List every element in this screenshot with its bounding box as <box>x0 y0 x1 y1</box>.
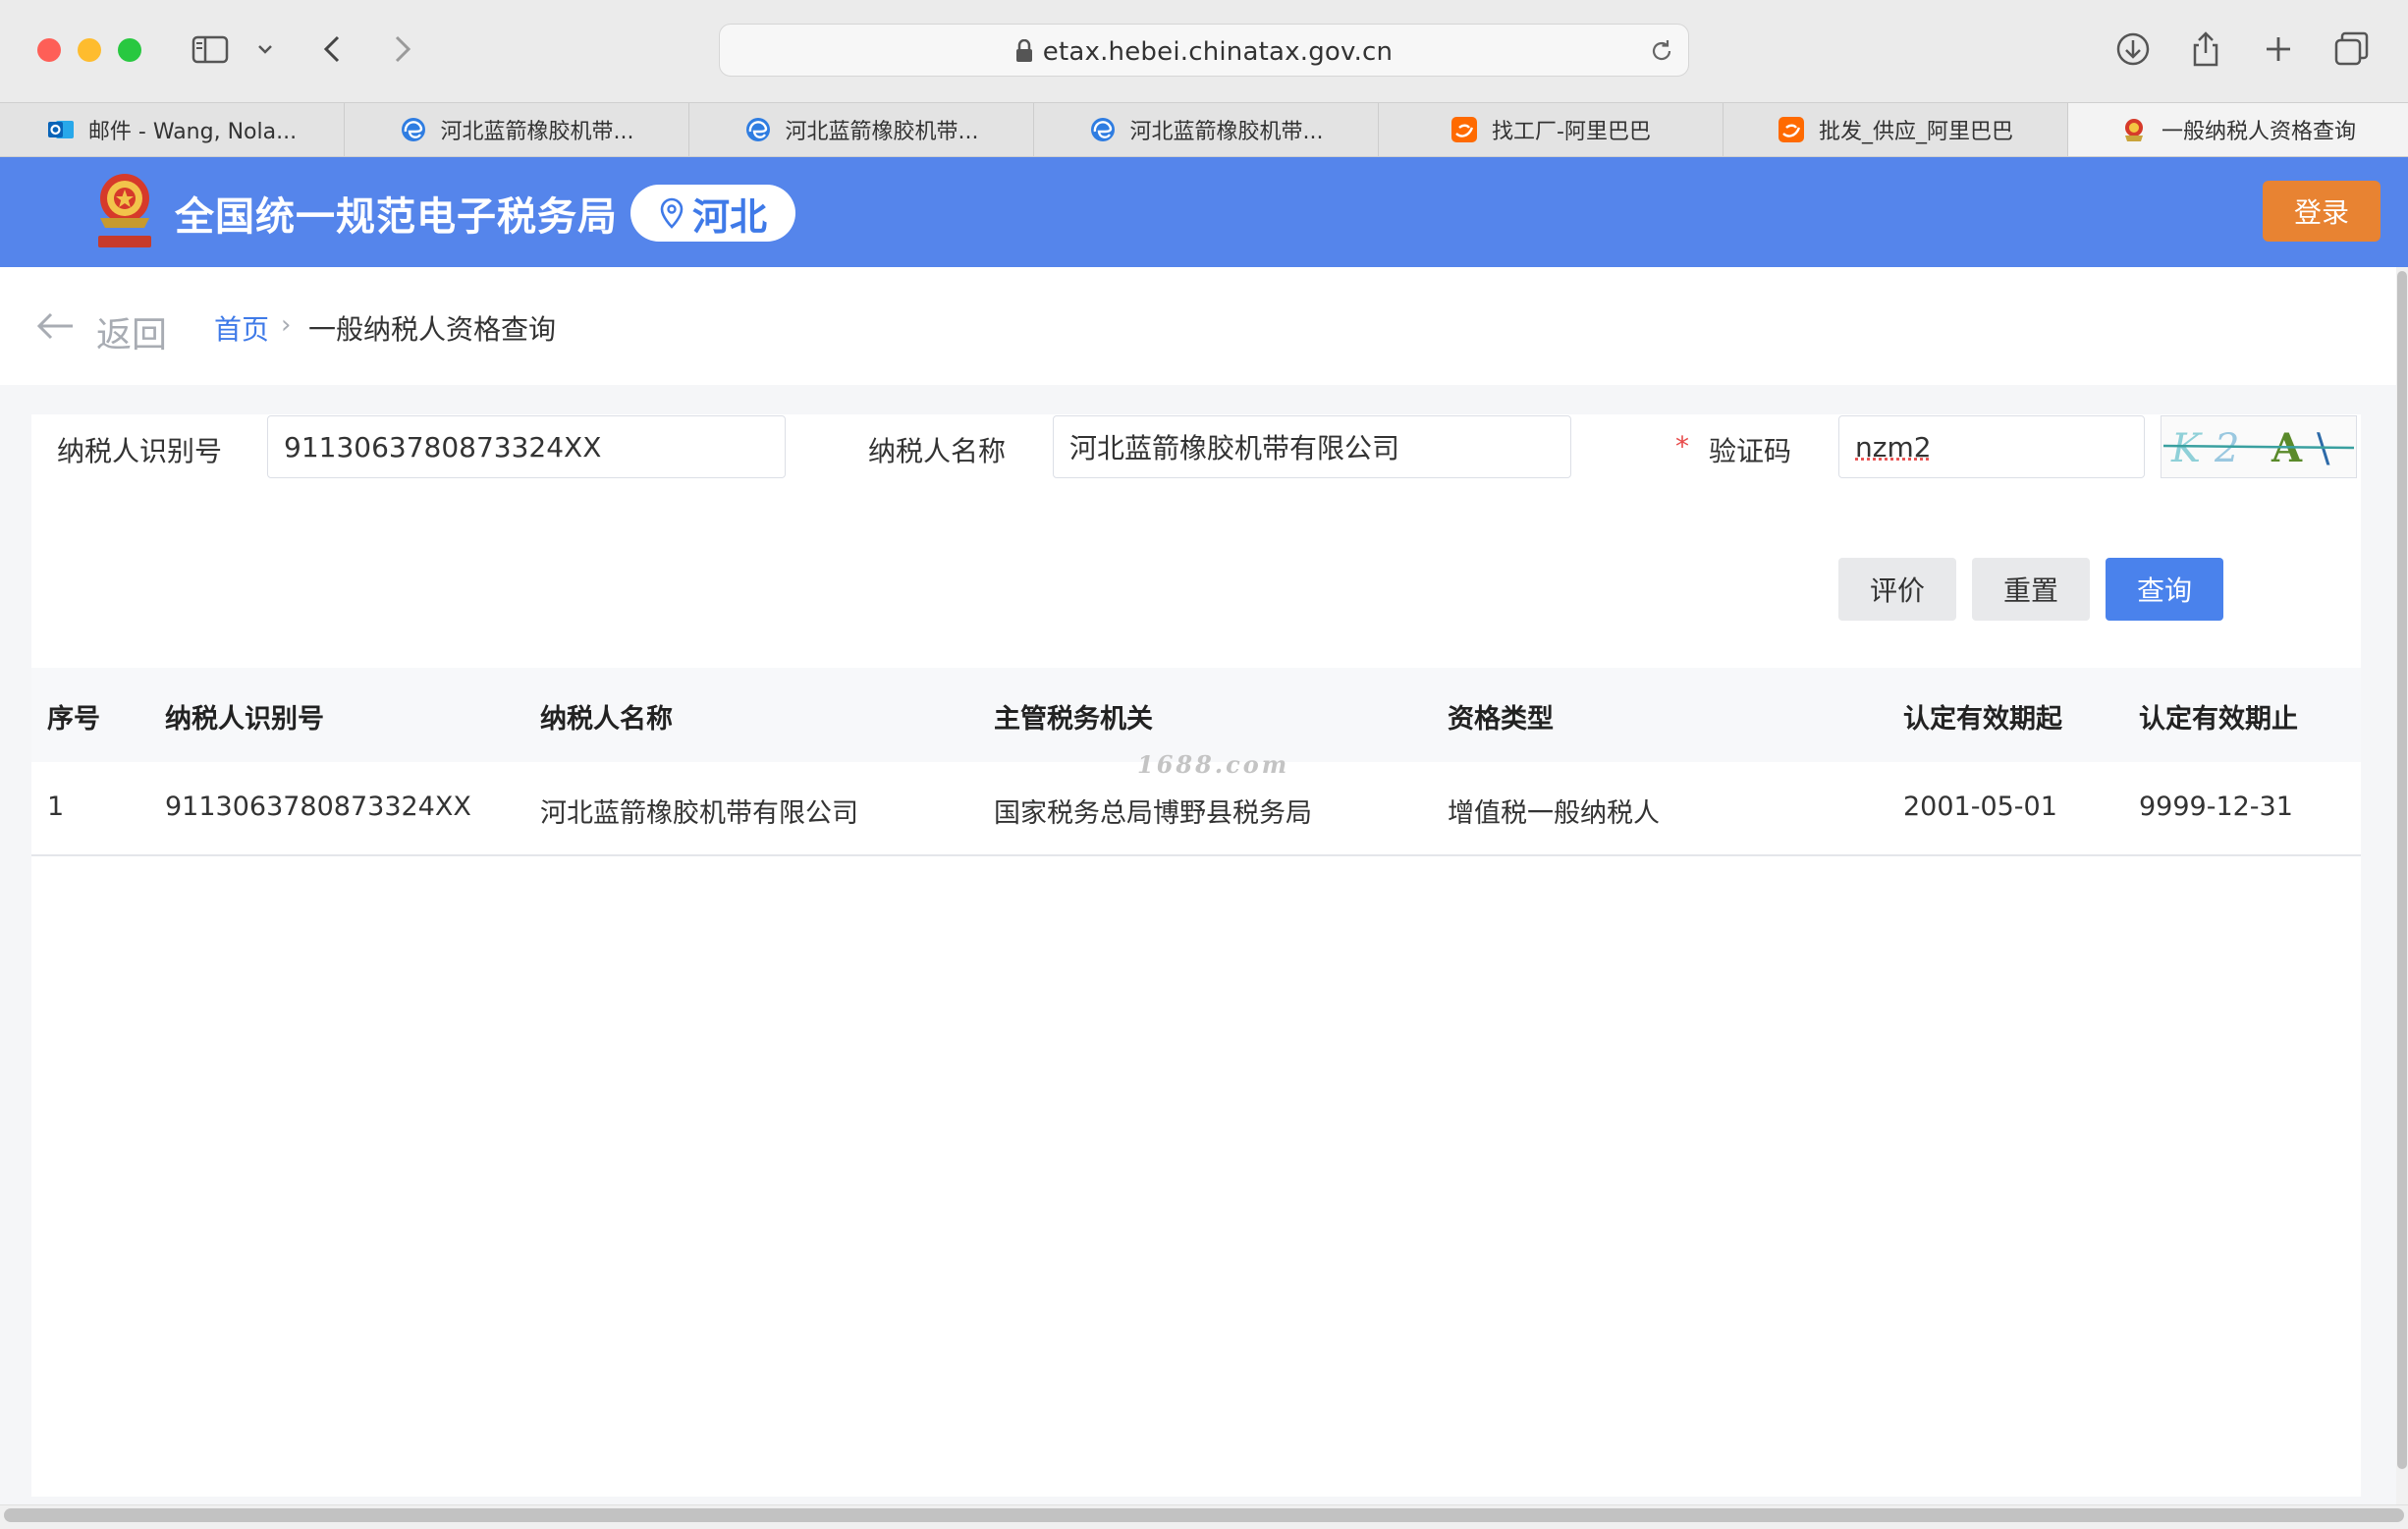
downloads-icon[interactable] <box>2113 29 2153 69</box>
close-window-button[interactable] <box>37 38 61 62</box>
taxpayer-id-input[interactable] <box>267 415 786 478</box>
tab-overview-icon[interactable] <box>2331 29 2371 69</box>
outlook-icon <box>47 116 75 143</box>
svg-text:2: 2 <box>2214 426 2239 471</box>
location-pin-icon <box>659 197 684 229</box>
breadcrumb-home-link[interactable]: 首页 <box>214 308 269 348</box>
captcha-image[interactable]: K 2 A \ <box>2161 415 2357 478</box>
cell-index: 1 <box>47 792 65 822</box>
url-text[interactable]: etax.hebei.chinatax.gov.cn <box>720 37 1688 67</box>
vertical-scroll-thumb[interactable] <box>2397 271 2407 1469</box>
col-header-valid-from: 认定有效期起 <box>1903 704 2062 735</box>
tax-bureau-emblem-icon <box>92 171 157 255</box>
tab-alibaba-factory[interactable]: 找工厂-阿里巴巴 <box>1379 103 1724 156</box>
cell-tax-authority: 国家税务总局博野县税务局 <box>994 798 1312 829</box>
tab-bar: 邮件 - Wang, Nola... 河北蓝箭橡胶机带... 河北蓝箭橡胶机带.… <box>0 102 2408 157</box>
taxpayer-id-label: 纳税人识别号 <box>57 435 223 467</box>
tab-taxpayer-query[interactable]: 一般纳税人资格查询 <box>2068 103 2408 156</box>
tab-edge-2[interactable]: 河北蓝箭橡胶机带... <box>689 103 1034 156</box>
edge-icon <box>1089 116 1117 143</box>
forward-nav-icon[interactable] <box>385 29 420 69</box>
col-header-valid-to: 认定有效期止 <box>2139 704 2298 735</box>
reload-icon[interactable] <box>1649 38 1674 64</box>
breadcrumb-separator: › <box>281 310 292 340</box>
cell-valid-from: 2001-05-01 <box>1903 792 2057 822</box>
captcha-label: 验证码 <box>1709 435 1792 467</box>
sidebar-toggle-icon[interactable] <box>191 29 230 69</box>
taxpayer-name-input[interactable] <box>1053 415 1571 478</box>
cell-taxpayer-name: 河北蓝箭橡胶机带有限公司 <box>540 798 858 829</box>
tab-outlook-mail[interactable]: 邮件 - Wang, Nola... <box>0 103 345 156</box>
alibaba-icon <box>1778 116 1805 143</box>
breadcrumb-current: 一般纳税人资格查询 <box>308 313 557 346</box>
region-label: 河北 <box>691 194 767 239</box>
svg-text:K: K <box>2170 426 2203 471</box>
cell-qualification-type: 增值税一般纳税人 <box>1448 798 1660 829</box>
zoom-window-button[interactable] <box>118 38 141 62</box>
tab-alibaba-wholesale[interactable]: 批发_供应_阿里巴巴 <box>1724 103 2068 156</box>
edge-icon <box>400 116 427 143</box>
captcha-input[interactable] <box>1838 415 2145 478</box>
taxpayer-name-label: 纳税人名称 <box>868 435 1007 467</box>
new-tab-icon[interactable] <box>2259 29 2298 69</box>
share-icon[interactable] <box>2186 29 2225 69</box>
col-header-qualification-type: 资格类型 <box>1448 704 1554 735</box>
required-mark: * <box>1675 430 1689 463</box>
watermark-text: 1688.com <box>1137 750 1290 779</box>
site-title: 全国统一规范电子税务局 <box>175 194 618 240</box>
url-value: etax.hebei.chinatax.gov.cn <box>1042 37 1394 67</box>
evaluate-button[interactable]: 评价 <box>1838 558 1956 621</box>
svg-text:\: \ <box>2317 426 2330 471</box>
tab-edge-1[interactable]: 河北蓝箭橡胶机带... <box>345 103 689 156</box>
tab-label: 河北蓝箭橡胶机带... <box>785 120 979 144</box>
browser-toolbar: etax.hebei.chinatax.gov.cn <box>0 0 2408 102</box>
minimize-window-button[interactable] <box>78 38 101 62</box>
tab-label: 河北蓝箭橡胶机带... <box>440 120 634 144</box>
alibaba-icon <box>1450 116 1478 143</box>
tab-label: 找工厂-阿里巴巴 <box>1492 120 1651 144</box>
horizontal-scroll-thumb[interactable] <box>4 1508 2404 1522</box>
address-bar[interactable]: etax.hebei.chinatax.gov.cn <box>719 24 1689 77</box>
lock-icon <box>1015 39 1033 63</box>
tab-edge-3[interactable]: 河北蓝箭橡胶机带... <box>1034 103 1379 156</box>
site-header: 全国统一规范电子税务局 河北 登录 <box>0 157 2408 267</box>
region-selector[interactable]: 河北 <box>630 185 795 242</box>
edge-icon <box>744 116 772 143</box>
back-arrow-icon[interactable] <box>35 310 77 342</box>
back-nav-icon[interactable] <box>316 29 352 69</box>
chevron-down-icon[interactable] <box>253 29 277 69</box>
tab-label: 批发_供应_阿里巴巴 <box>1818 120 2013 144</box>
back-link[interactable]: 返回 <box>96 306 167 357</box>
cell-valid-to: 9999-12-31 <box>2139 792 2293 822</box>
col-header-taxpayer-id: 纳税人识别号 <box>165 704 324 735</box>
tax-emblem-icon <box>2120 116 2148 143</box>
cell-taxpayer-id: 9113063780873324XX <box>165 792 471 822</box>
reset-button[interactable]: 重置 <box>1972 558 2090 621</box>
tab-label: 一般纳税人资格查询 <box>2161 120 2356 144</box>
col-header-taxpayer-name: 纳税人名称 <box>540 704 673 735</box>
tab-label: 邮件 - Wang, Nola... <box>87 120 298 144</box>
breadcrumb-bar: 返回 首页 › 一般纳税人资格查询 <box>0 267 2396 385</box>
col-header-index: 序号 <box>47 704 100 735</box>
tab-label: 河北蓝箭橡胶机带... <box>1129 120 1324 144</box>
query-button[interactable]: 查询 <box>2106 558 2223 621</box>
login-button[interactable]: 登录 <box>2263 181 2381 242</box>
col-header-tax-authority: 主管税务机关 <box>994 704 1153 735</box>
